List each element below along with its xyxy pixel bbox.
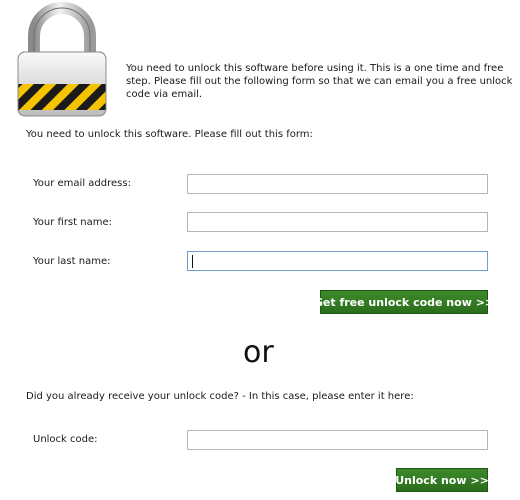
padlock-hazard-icon: [17, 2, 107, 117]
last-name-label: Your last name:: [33, 256, 111, 267]
or-separator: or: [243, 335, 274, 370]
first-name-field[interactable]: [187, 212, 488, 232]
first-name-label: Your first name:: [33, 217, 112, 228]
email-label: Your email address:: [33, 178, 131, 189]
unlock-now-button[interactable]: Unlock now >>: [395, 468, 489, 492]
intro-text: You need to unlock this software before …: [126, 63, 513, 100]
get-unlock-code-button[interactable]: Get free unlock code now >>: [314, 290, 494, 314]
unlock-code-field[interactable]: [187, 430, 488, 450]
last-name-field[interactable]: [187, 251, 488, 271]
form-lead-text: You need to unlock this software. Please…: [26, 129, 313, 140]
text-caret: [192, 255, 193, 268]
email-field[interactable]: [187, 174, 488, 194]
unlock-question-text: Did you already receive your unlock code…: [26, 391, 414, 402]
unlock-code-label: Unlock code:: [33, 434, 98, 445]
